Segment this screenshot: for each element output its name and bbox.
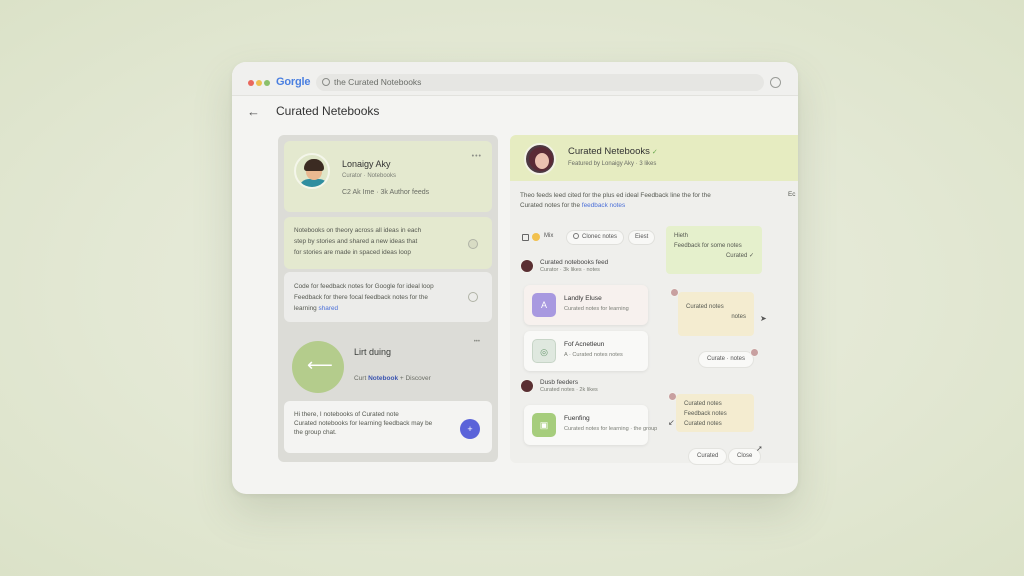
chat-line: Curated notebooks for learning feedback … <box>294 420 433 427</box>
arrow-left-icon: ⟵ <box>307 355 333 375</box>
notebook-subtitle: Featured by Lonaigy Aky · 3 likes <box>568 161 657 167</box>
filter-label: Mix <box>544 233 554 239</box>
address-bar[interactable]: the Curated Notebooks <box>316 74 764 91</box>
avatar <box>294 153 330 189</box>
summary-line: for stories are made in spaced ideas loo… <box>294 249 411 256</box>
notebook-description: Theo feeds leed cited for the plus ed id… <box>520 191 782 211</box>
maximize-window-button[interactable] <box>264 80 270 86</box>
notebook-link[interactable]: Notebook <box>368 375 398 382</box>
summary-line: step by stories and shared a new ideas t… <box>294 238 418 245</box>
browser-window: Gorgle the Curated Notebooks ← Curated N… <box>232 62 798 494</box>
sticky-note-peach[interactable]: Curated notes Feedback notes Curated not… <box>676 394 754 432</box>
feedback-line-prefix: learning <box>294 305 317 312</box>
notebook-title: Curated Netebooks ✓ <box>568 146 658 157</box>
profile-name: Lonaigy Aky <box>342 159 391 169</box>
minimize-window-button[interactable] <box>256 80 262 86</box>
notebook-title-text: Curated Netebooks <box>568 146 650 157</box>
brand-letter: Gorgle <box>276 76 311 88</box>
note-line: Curated notes <box>684 401 722 407</box>
feed-user-name: Dusb feeders <box>540 379 579 386</box>
browser-toolbar: Gorgle the Curated Notebooks <box>232 62 798 96</box>
description-overflow: Ec <box>788 191 796 198</box>
notebook-icon: ▣ <box>532 413 556 437</box>
avatar <box>750 348 759 357</box>
chat-line: Hi there, I notebooks of Curated note <box>294 411 399 418</box>
avatar <box>520 259 534 273</box>
feature-link[interactable]: Curt Notebook + Discover <box>354 375 431 382</box>
feedback-notes-link[interactable]: feedback notes <box>582 202 625 209</box>
back-arrow-icon[interactable]: ← <box>247 104 260 119</box>
notebook-item-card[interactable]: ▣ Fuenfing Curated notes for learning · … <box>524 405 657 445</box>
cursor-pointer-icon: ➚ <box>756 444 763 453</box>
note-title: Hieth <box>674 233 689 239</box>
discover-link[interactable]: + Discover <box>400 375 431 382</box>
feedback-card[interactable]: Code for feedback notes for Google for i… <box>284 272 492 322</box>
note-body: Feedback for some notes <box>674 243 742 249</box>
cursor-pointer-icon: ➤ <box>760 314 767 323</box>
close-window-button[interactable] <box>248 80 254 86</box>
filter-chip-notes[interactable]: Clonec notes <box>566 230 625 245</box>
more-options-icon[interactable]: ••• <box>472 153 482 160</box>
profile-subtitle: Curator · Notebooks <box>342 173 397 179</box>
notebook-panel: Curated Netebooks ✓ Featured by Lonaigy A… <box>510 135 798 463</box>
feedback-line: Code for feedback notes for Google for i… <box>294 283 434 290</box>
search-icon <box>322 78 330 86</box>
notebook-item-card[interactable]: ◎ Fof Acnetleun A · Curated notes notes <box>524 331 648 371</box>
chat-line: the group chat. <box>294 429 337 436</box>
notebook-item-card[interactable]: A Landly Eluse Curated notes for learnin… <box>524 285 648 325</box>
browser-brand-logo: Gorgle <box>276 76 310 88</box>
note-signature: notes <box>731 314 746 320</box>
notebook-letter-icon: A <box>532 293 556 317</box>
filter-chip-latest[interactable]: Eiest <box>628 230 656 245</box>
item-title: Fof Acnetleun <box>564 341 605 348</box>
add-button[interactable]: + <box>460 419 480 439</box>
page-title: Curated Netebooks <box>276 104 380 118</box>
select-all-checkbox[interactable] <box>522 234 529 241</box>
item-title: Landly Eluse <box>564 295 602 302</box>
sticky-note-peach[interactable]: Curated notes notes <box>678 292 754 336</box>
item-subtitle: Curated notes for learning <box>564 306 629 312</box>
browser-menu-icon[interactable] <box>770 77 781 88</box>
item-subtitle: A · Curated notes notes <box>564 352 623 358</box>
item-title: Fuenfing <box>564 415 590 422</box>
comment-icon[interactable] <box>468 292 478 302</box>
feed-user-subtitle: Curated notes · 2k likes <box>540 387 598 393</box>
feature-link-prefix: Curt <box>354 375 367 382</box>
item-subtitle: Curated notes for learning · the group <box>564 426 658 432</box>
notebook-header: Curated Netebooks ✓ Featured by Lonaigy A… <box>510 135 798 181</box>
feature-title: Lirt duing <box>354 347 392 357</box>
verified-icon: ✓ <box>651 149 658 156</box>
summary-card[interactable]: Notebooks on theory across all ideas in … <box>284 217 492 269</box>
more-options-icon[interactable]: ••• <box>474 339 480 345</box>
address-bar-text[interactable]: the Curated Notebooks <box>334 77 421 87</box>
summary-line: Notebooks on theory across all ideas in … <box>294 227 422 234</box>
feature-circle-button[interactable]: ⟵ <box>292 341 344 393</box>
bookmark-icon[interactable] <box>468 239 478 249</box>
note-line: Curated notes <box>684 421 722 427</box>
shared-link[interactable]: shared <box>319 305 339 312</box>
profile-card[interactable]: Lonaigy Aky Curator · Notebooks C2 Ak Im… <box>284 141 492 212</box>
sticky-note-green[interactable]: Hieth Feedback for some notes Curated ✓ <box>666 226 762 274</box>
emoji-icon[interactable] <box>532 233 540 241</box>
profile-panel: Lonaigy Aky Curator · Notebooks C2 Ak Im… <box>278 135 498 462</box>
cursor-pointer-icon: ↙ <box>668 418 675 427</box>
description-line: Theo feeds leed cited for the plus ed id… <box>520 192 711 199</box>
feedback-line: Feedback for there focal feedback notes … <box>294 294 428 301</box>
note-line: Feedback notes <box>684 411 727 417</box>
note-body: Curated notes <box>686 304 724 310</box>
description-line: Curated notes for the <box>520 202 581 209</box>
note-chip[interactable]: Curate · notes <box>698 351 755 368</box>
avatar[interactable] <box>524 143 556 175</box>
feed-user-name: Curated notebooks feed <box>540 259 609 266</box>
feed-user-subtitle: Curator · 3k likes · notes <box>540 267 600 273</box>
target-icon: ◎ <box>532 339 556 363</box>
radio-icon <box>573 233 579 239</box>
note-signature: Curated ✓ <box>725 253 754 259</box>
profile-meta: C2 Ak Ime · 3k Author feeds <box>342 189 430 196</box>
avatar <box>520 379 534 393</box>
curated-button[interactable]: Curated <box>688 448 728 465</box>
